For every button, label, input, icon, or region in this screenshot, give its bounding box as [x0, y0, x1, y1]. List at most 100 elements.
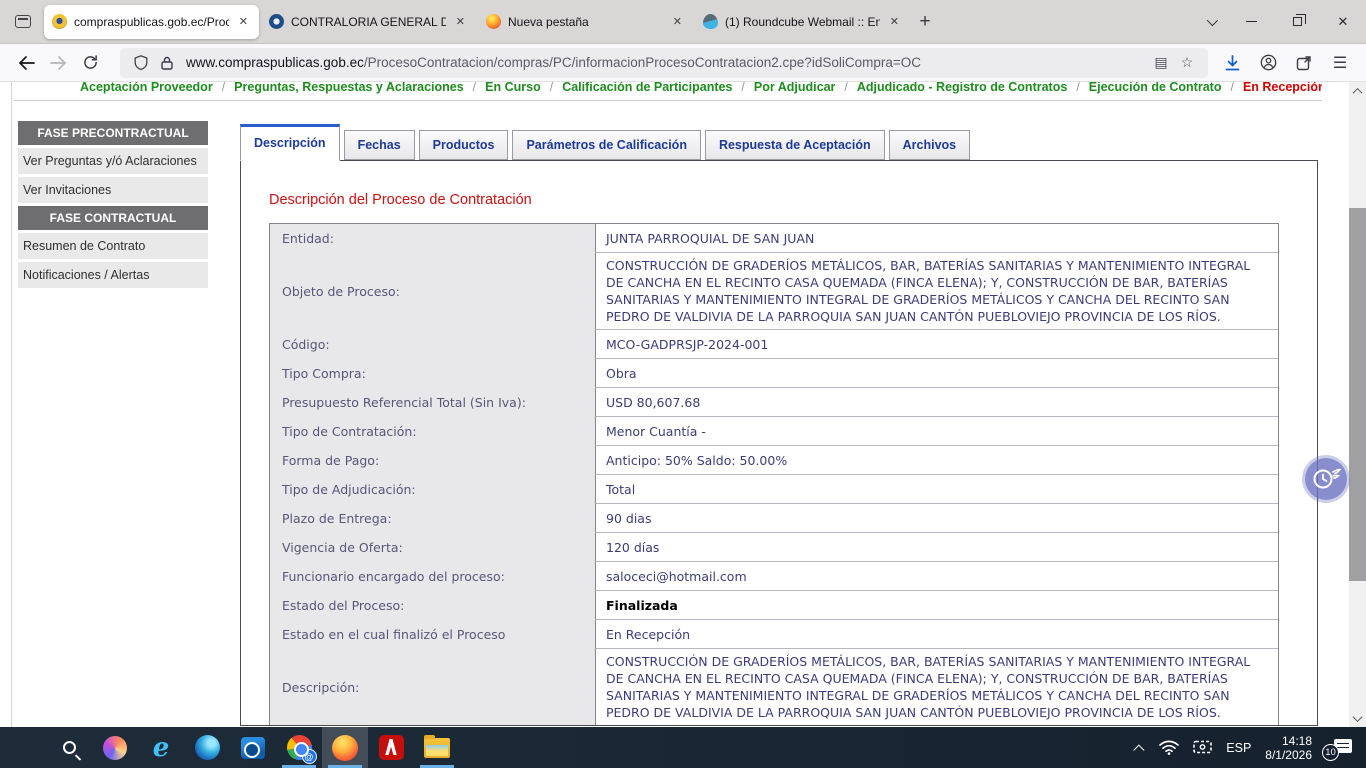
process-detail-panel: DescripciónFechasProductosParámetros de … — [240, 123, 1318, 726]
chrome-profile-badge: @ — [302, 749, 317, 764]
breadcrumb-separator: / — [222, 82, 225, 94]
field-value: Obra — [595, 359, 1278, 388]
bookmark-star-icon[interactable]: ☆ — [1174, 50, 1200, 76]
timer-extension-button[interactable] — [1305, 458, 1347, 500]
tab-close-icon[interactable]: ✕ — [236, 13, 251, 30]
content-tab[interactable]: Productos — [419, 130, 509, 160]
taskbar-search-button[interactable] — [46, 727, 92, 768]
breadcrumb-link[interactable]: Ejecución de Contrato — [1089, 82, 1222, 94]
browser-tab-title: CONTRALORIA GENERAL DEL ES — [291, 15, 446, 29]
breadcrumb-separator: / — [550, 82, 553, 94]
scroll-up-icon — [1353, 87, 1363, 97]
breadcrumb-separator: / — [741, 82, 744, 94]
sidebar-toggle-button[interactable] — [6, 5, 40, 39]
field-label: Funcionario encargado del proceso: — [270, 562, 595, 591]
scroll-up-button[interactable] — [1349, 82, 1366, 100]
breadcrumb-link[interactable]: Por Adjudicar — [754, 82, 836, 94]
account-button[interactable] — [1252, 48, 1284, 78]
taskbar-clock[interactable]: 14:18 8/1/2026 — [1265, 734, 1312, 762]
url-domain: www.compraspublicas.gob.ec — [186, 55, 364, 70]
clock-date: 8/1/2026 — [1265, 748, 1312, 762]
field-label: Vigencia de Oferta: — [270, 533, 595, 562]
start-icon — [15, 739, 32, 756]
field-value: Finalizada — [595, 591, 1278, 620]
taskbar-firefox-button[interactable] — [322, 727, 368, 768]
page-title: Descripción del Proceso de Contratación — [269, 192, 1317, 208]
breadcrumb-link[interactable]: Adjudicado - Registro de Contratos — [857, 82, 1067, 94]
chevron-down-icon — [1207, 14, 1218, 25]
language-indicator[interactable]: ESP — [1226, 741, 1251, 755]
taskbar-start-button[interactable] — [0, 727, 46, 768]
close-window-button[interactable]: ✕ — [1320, 0, 1366, 44]
cast-icon[interactable] — [1193, 740, 1212, 755]
back-arrow-icon — [18, 56, 35, 70]
tray-overflow-chevron-icon[interactable] — [1133, 744, 1144, 755]
taskbar-outlook-button[interactable] — [230, 727, 276, 768]
scroll-down-button[interactable] — [1349, 709, 1366, 727]
tab-close-icon[interactable]: ✕ — [670, 13, 685, 30]
reload-icon — [83, 55, 98, 70]
browser-tab[interactable]: (1) Roundcube Webmail :: Entra✕ — [695, 5, 910, 39]
sidebar-section-header: FASE CONTRACTUAL — [18, 206, 208, 230]
minimize-button[interactable] — [1228, 0, 1274, 44]
breadcrumb-separator: / — [1230, 82, 1233, 94]
sidebar-item[interactable]: Notificaciones / Alertas — [18, 262, 208, 288]
field-value: CONSTRUCCIÓN DE GRADERÍOS METÁLICOS, BAR… — [595, 649, 1278, 725]
field-value: Total — [595, 475, 1278, 504]
menu-button[interactable]: ☰ — [1324, 48, 1356, 78]
page-left-border — [11, 82, 12, 727]
process-fields-table: Entidad:JUNTA PARROQUIAL DE SAN JUANObje… — [269, 223, 1279, 726]
tracking-shield-icon[interactable] — [128, 50, 154, 76]
downloads-button[interactable] — [1216, 48, 1248, 78]
taskbar-chrome-button[interactable]: @ — [276, 727, 322, 768]
sidebar-item[interactable]: Resumen de Contrato — [18, 233, 208, 259]
browser-tab[interactable]: compraspublicas.gob.ec/Proces✕ — [44, 5, 259, 39]
breadcrumb-link[interactable]: En Curso — [485, 82, 541, 94]
wifi-icon[interactable] — [1159, 740, 1179, 755]
notification-center-button[interactable]: 10 — [1332, 739, 1352, 757]
field-value: Anticipo: 50% Saldo: 50.00% — [595, 446, 1278, 475]
field-label: Tipo de Contratación: — [270, 417, 595, 446]
breadcrumb-link[interactable]: Preguntas, Respuestas y Aclaraciones — [234, 82, 464, 94]
restore-button[interactable] — [1274, 0, 1320, 44]
reader-mode-icon[interactable]: ▤ — [1148, 50, 1174, 76]
tab-close-icon[interactable]: ✕ — [887, 13, 902, 30]
sidebar-section-header: FASE PRECONTRACTUAL — [18, 121, 208, 145]
clock-time: 14:18 — [1265, 734, 1312, 748]
lock-icon[interactable] — [154, 50, 180, 76]
taskbar-copilot-button[interactable] — [92, 727, 138, 768]
field-value: saloceci@hotmail.com — [595, 562, 1278, 591]
extension-button[interactable] — [1288, 48, 1320, 78]
sidebar-item[interactable]: Ver Preguntas y/ó Aclaraciones — [18, 148, 208, 174]
taskbar-acrobat-button[interactable] — [368, 727, 414, 768]
browser-tab[interactable]: Nueva pestaña✕ — [478, 5, 693, 39]
scrollbar-thumb[interactable] — [1349, 208, 1366, 581]
field-label: Código: — [270, 330, 595, 359]
restore-icon — [1293, 17, 1302, 26]
ecuador-favicon-icon — [52, 14, 67, 29]
forward-arrow-icon — [50, 56, 67, 70]
content-tab[interactable]: Respuesta de Aceptación — [705, 130, 885, 160]
taskbar-ie-button[interactable]: e — [138, 727, 184, 768]
content-tab[interactable]: Descripción — [240, 124, 340, 161]
breadcrumb-link[interactable]: Calificación de Participantes — [562, 82, 732, 94]
field-label: Tipo Compra: — [270, 359, 595, 388]
back-button[interactable] — [10, 48, 42, 78]
forward-button[interactable] — [42, 48, 74, 78]
page-scrollbar[interactable] — [1349, 82, 1366, 727]
browser-tab[interactable]: CONTRALORIA GENERAL DEL ES ✕ — [261, 5, 476, 39]
reload-button[interactable] — [74, 48, 106, 78]
content-tab[interactable]: Parámetros de Calificación — [512, 130, 700, 160]
content-tab[interactable]: Archivos — [889, 130, 971, 160]
sidebar-item[interactable]: Ver Invitaciones — [18, 177, 208, 203]
taskbar-edge-button[interactable] — [184, 727, 230, 768]
roundcube-favicon-icon — [703, 14, 718, 29]
new-tab-button[interactable]: + — [910, 5, 940, 39]
breadcrumb-link[interactable]: Aceptación Proveedor — [80, 82, 213, 94]
field-label: Descripción: — [270, 649, 595, 725]
url-bar[interactable]: www.compraspublicas.gob.ec/ProcesoContra… — [120, 48, 1208, 78]
list-all-tabs-button[interactable] — [1194, 5, 1228, 39]
content-tab[interactable]: Fechas — [344, 130, 415, 160]
tab-close-icon[interactable]: ✕ — [453, 13, 468, 30]
taskbar-explorer-button[interactable] — [414, 727, 460, 768]
